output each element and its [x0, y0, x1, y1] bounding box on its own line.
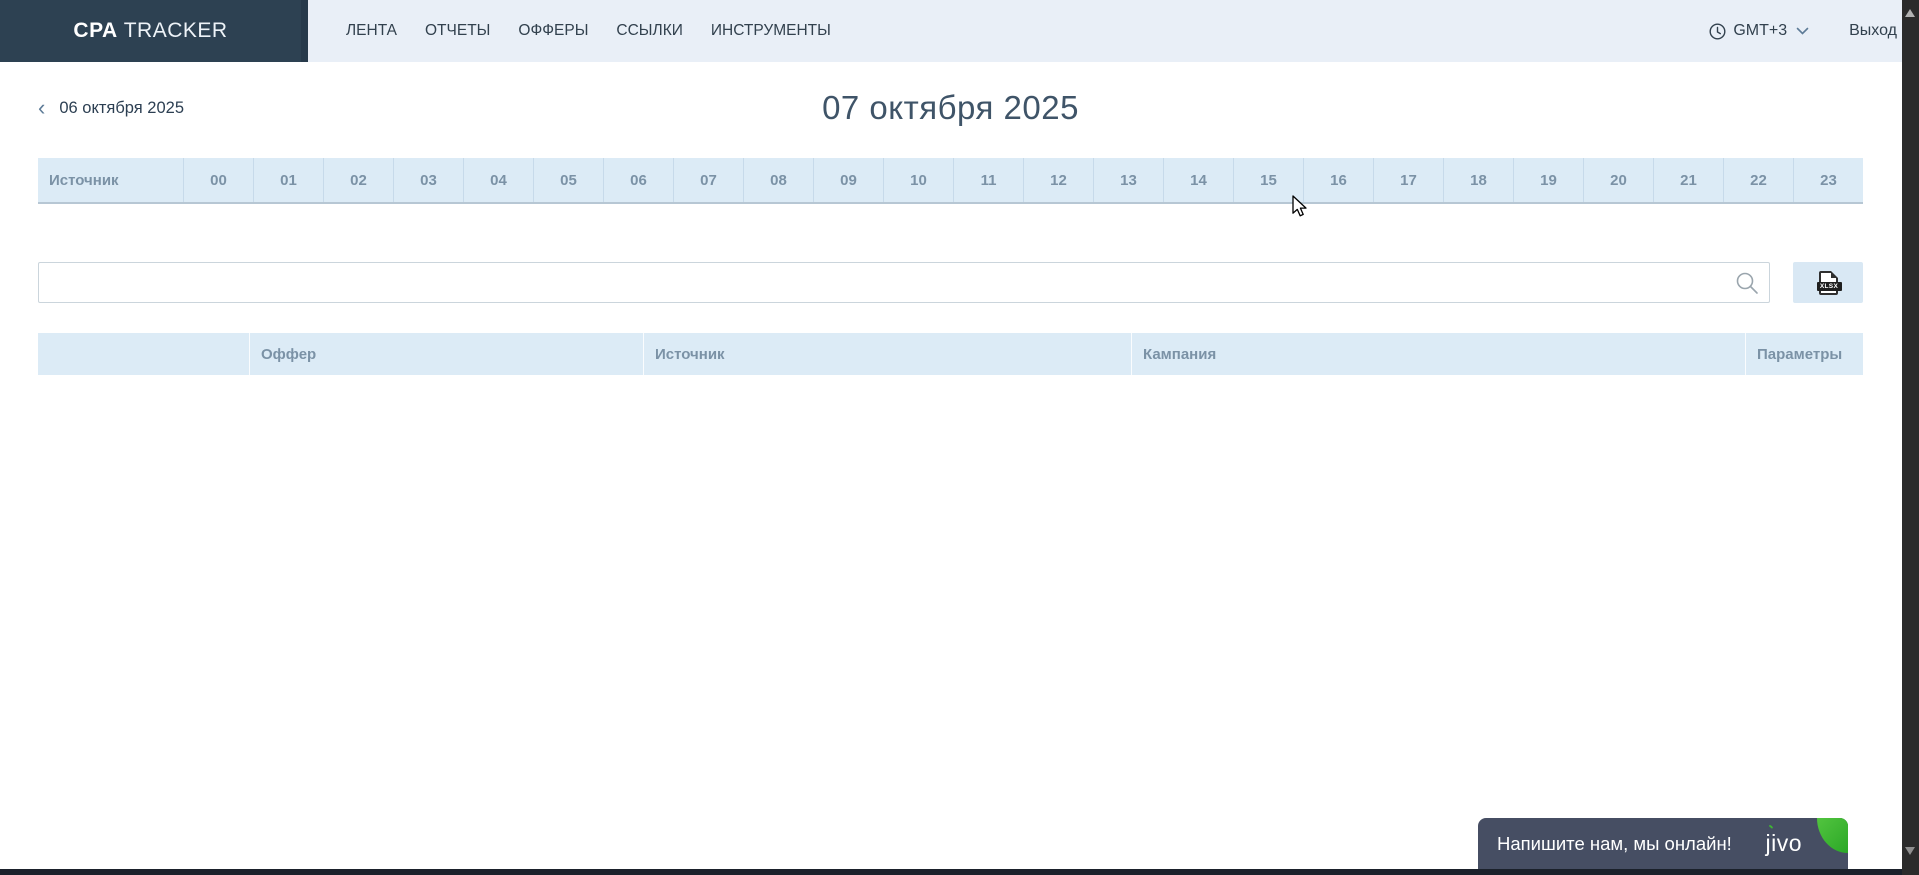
column-header-source: Источник	[643, 333, 1131, 375]
nav-item-tools[interactable]: ИНСТРУМЕНТЫ	[711, 22, 831, 40]
chat-message: Напишите нам, мы онлайн!	[1497, 833, 1732, 855]
column-header-row-select	[38, 333, 249, 375]
scroll-down-button[interactable]	[1905, 847, 1915, 855]
hour-cell-04: 04	[463, 158, 533, 202]
column-header-offer: Оффер	[249, 333, 643, 375]
file-fold-corner	[1831, 271, 1838, 278]
page-title: 07 октября 2025	[822, 89, 1079, 127]
search-icon[interactable]	[1734, 270, 1760, 296]
hour-cell-17: 17	[1373, 158, 1443, 202]
source-column-header: Источник	[38, 158, 183, 202]
footer-strip	[0, 869, 1902, 875]
hour-cell-21: 21	[1653, 158, 1723, 202]
logo-light-text: TRACKER	[124, 19, 228, 43]
timezone-dropdown[interactable]: GMT+3	[1709, 22, 1809, 40]
hour-cell-20: 20	[1583, 158, 1653, 202]
timezone-label: GMT+3	[1733, 22, 1787, 40]
hour-cell-00: 00	[183, 158, 253, 202]
hour-cell-01: 01	[253, 158, 323, 202]
top-bar: CPA TRACKER ЛЕНТА ОТЧЕТЫ ОФФЕРЫ ССЫЛКИ ИНСТР…	[0, 0, 1919, 62]
chevron-down-icon	[1796, 27, 1809, 35]
hours-header-row: Источник 0001020304050607080910111213141…	[38, 158, 1863, 204]
hour-cell-08: 08	[743, 158, 813, 202]
hour-cell-10: 10	[883, 158, 953, 202]
hour-cell-13: 13	[1093, 158, 1163, 202]
chevron-left-icon: ‹	[38, 97, 45, 119]
logout-button[interactable]: Выход	[1849, 22, 1897, 40]
hour-cell-23: 23	[1793, 158, 1863, 202]
hour-cell-18: 18	[1443, 158, 1513, 202]
prev-day-link[interactable]: ‹ 06 октября 2025	[38, 88, 184, 128]
date-navigation: ‹ 06 октября 2025 07 октября 2025	[38, 88, 1863, 128]
export-xlsx-button[interactable]: XLSX	[1793, 262, 1863, 303]
scrollbar[interactable]	[1902, 0, 1919, 875]
chat-widget[interactable]: Напишите нам, мы онлайн! jivo	[1478, 818, 1848, 869]
search-input[interactable]	[38, 262, 1770, 303]
prev-day-label: 06 октября 2025	[59, 99, 184, 118]
hour-cell-12: 12	[1023, 158, 1093, 202]
jivo-logo: jivo	[1765, 830, 1802, 857]
nav-item-feed[interactable]: ЛЕНТА	[346, 22, 397, 40]
nav-item-reports[interactable]: ОТЧЕТЫ	[425, 22, 490, 40]
column-header-params: Параметры	[1745, 333, 1863, 375]
topbar-right: GMT+3 Выход	[1709, 0, 1919, 62]
clock-icon	[1709, 23, 1726, 40]
data-table-header: ОфферИсточникКампанияПараметры	[38, 333, 1863, 375]
xlsx-label: XLSX	[1817, 282, 1842, 291]
hour-cell-06: 06	[603, 158, 673, 202]
main-nav: ЛЕНТА ОТЧЕТЫ ОФФЕРЫ ССЫЛКИ ИНСТРУМЕНТЫ	[308, 0, 859, 62]
page-content: ‹ 06 октября 2025 07 октября 2025 Источн…	[0, 88, 1919, 375]
hour-cell-22: 22	[1723, 158, 1793, 202]
scroll-up-button[interactable]	[1905, 9, 1915, 17]
hour-cell-02: 02	[323, 158, 393, 202]
xlsx-file-icon: XLSX	[1819, 271, 1838, 295]
hour-cell-03: 03	[393, 158, 463, 202]
hour-cell-09: 09	[813, 158, 883, 202]
nav-item-links[interactable]: ССЫЛКИ	[616, 22, 682, 40]
leaf-icon	[1817, 818, 1848, 853]
app-logo[interactable]: CPA TRACKER	[0, 0, 308, 62]
search-row: XLSX	[38, 262, 1863, 303]
nav-item-offers[interactable]: ОФФЕРЫ	[518, 22, 588, 40]
search-box	[38, 262, 1770, 303]
hour-cell-14: 14	[1163, 158, 1233, 202]
logo-bold-text: CPA	[73, 19, 117, 43]
hour-cell-19: 19	[1513, 158, 1583, 202]
hour-cell-16: 16	[1303, 158, 1373, 202]
hour-cell-07: 07	[673, 158, 743, 202]
hour-cell-11: 11	[953, 158, 1023, 202]
jivo-leaf-accent	[1765, 824, 1775, 834]
column-header-campaign: Кампания	[1131, 333, 1745, 375]
hour-cell-15: 15	[1233, 158, 1303, 202]
hour-cell-05: 05	[533, 158, 603, 202]
